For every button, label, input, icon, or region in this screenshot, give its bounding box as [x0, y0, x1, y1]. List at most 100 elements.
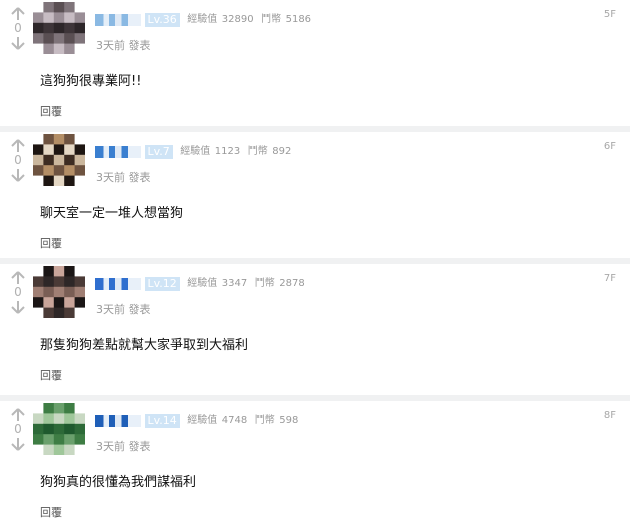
- avatar-mosaic-cell: [53, 297, 65, 309]
- avatar-mosaic-cell: [43, 22, 55, 34]
- post-time: 3天前 發表: [96, 301, 151, 317]
- time-text: 3天前: [96, 171, 125, 184]
- post-action: 發表: [128, 171, 151, 184]
- avatar-mosaic-cell: [33, 144, 44, 156]
- avatar-mosaic-cell: [74, 154, 85, 166]
- avatar-mosaic-cell: [53, 43, 65, 54]
- upvote-icon[interactable]: [10, 7, 26, 21]
- avatar-mosaic-cell: [53, 266, 65, 277]
- avatar-mosaic-cell: [33, 297, 44, 309]
- upvote-icon[interactable]: [10, 271, 26, 285]
- avatar-mosaic-cell: [74, 444, 85, 455]
- avatar-mosaic-cell: [64, 413, 76, 425]
- avatar-mosaic-cell: [64, 2, 76, 13]
- avatar-mosaic-cell: [53, 286, 65, 298]
- avatar-mosaic-cell: [53, 134, 65, 145]
- comment-list: 0 Lv.36 經驗值 32890 鬥幣 5186 3天前 發表 5F 這狗狗很…: [0, 0, 630, 523]
- avatar-mosaic-cell: [43, 2, 55, 13]
- downvote-icon[interactable]: [10, 437, 26, 451]
- avatar[interactable]: [33, 403, 85, 455]
- vote-count: 0: [14, 153, 22, 167]
- avatar-mosaic-cell: [53, 413, 65, 425]
- avatar-mosaic-cell: [74, 12, 85, 24]
- avatar-mosaic-cell: [74, 286, 85, 298]
- user-meta: Lv.12 經驗值 3347 鬥幣 2878: [95, 277, 305, 295]
- comment-item: 0 Lv.12 經驗值 3347 鬥幣 2878 3天前 發表 7F 那隻狗狗差…: [0, 264, 630, 395]
- reply-button[interactable]: 回覆: [40, 367, 62, 383]
- avatar-mosaic-cell: [53, 276, 65, 288]
- reply-button[interactable]: 回覆: [40, 504, 62, 520]
- avatar-mosaic-cell: [53, 144, 65, 156]
- downvote-icon[interactable]: [10, 300, 26, 314]
- username-blurred[interactable]: [95, 415, 141, 427]
- level-badge: Lv.14: [144, 414, 180, 428]
- avatar-mosaic-cell: [33, 165, 44, 177]
- avatar-mosaic-cell: [43, 286, 55, 298]
- time-text: 3天前: [96, 39, 125, 52]
- coin-value: 5186: [285, 14, 312, 25]
- post-time: 3天前 發表: [96, 37, 151, 53]
- avatar-mosaic-cell: [53, 154, 65, 166]
- upvote-icon[interactable]: [10, 408, 26, 422]
- username-blurred[interactable]: [95, 146, 141, 158]
- avatar-mosaic-cell: [74, 403, 85, 414]
- downvote-icon[interactable]: [10, 168, 26, 182]
- username-blurred[interactable]: [95, 14, 141, 26]
- avatar-mosaic-cell: [33, 175, 44, 186]
- avatar[interactable]: [33, 2, 85, 54]
- avatar-mosaic-cell: [43, 423, 55, 435]
- avatar-mosaic-cell: [43, 307, 55, 318]
- floor-number: 7F: [603, 273, 616, 284]
- reply-button[interactable]: 回覆: [40, 103, 62, 119]
- avatar-mosaic-cell: [64, 154, 76, 166]
- avatar-mosaic-cell: [33, 444, 44, 455]
- post-time: 3天前 發表: [96, 169, 151, 185]
- avatar-mosaic-cell: [43, 134, 55, 145]
- avatar[interactable]: [33, 266, 85, 318]
- vote-control: 0: [10, 408, 26, 451]
- comment-text: 狗狗真的很懂為我們謀福利: [40, 475, 197, 490]
- comment-item: 0 Lv.7 經驗值 1123 鬥幣 892 3天前 發表 6F 聊天室一定一堆…: [0, 132, 630, 258]
- avatar-mosaic-cell: [33, 2, 44, 13]
- downvote-icon[interactable]: [10, 36, 26, 50]
- vote-control: 0: [10, 7, 26, 50]
- avatar-mosaic-cell: [43, 33, 55, 45]
- comment-text: 聊天室一定一堆人想當狗: [40, 206, 184, 221]
- level-badge: Lv.36: [144, 13, 180, 27]
- exp-value: 4748: [221, 415, 248, 426]
- avatar-mosaic-cell: [64, 12, 76, 24]
- avatar-mosaic-cell: [64, 297, 76, 309]
- avatar-mosaic-cell: [33, 276, 44, 288]
- vote-control: 0: [10, 271, 26, 314]
- avatar-mosaic-cell: [53, 307, 65, 318]
- avatar-mosaic-cell: [74, 307, 85, 318]
- avatar[interactable]: [33, 134, 85, 186]
- avatar-mosaic-cell: [64, 403, 76, 414]
- avatar-mosaic-cell: [53, 403, 65, 414]
- avatar-mosaic-cell: [43, 144, 55, 156]
- avatar-mosaic-cell: [74, 134, 85, 145]
- reply-button[interactable]: 回覆: [40, 235, 62, 251]
- avatar-mosaic-cell: [64, 144, 76, 156]
- avatar-mosaic-cell: [33, 33, 44, 45]
- floor-number: 6F: [603, 141, 616, 152]
- avatar-mosaic-cell: [74, 144, 85, 156]
- avatar-mosaic-cell: [33, 286, 44, 298]
- coin-label: 鬥幣: [261, 14, 282, 25]
- post-action: 發表: [128, 440, 151, 453]
- time-text: 3天前: [96, 440, 125, 453]
- avatar-mosaic-cell: [33, 22, 44, 34]
- avatar-mosaic-cell: [33, 403, 44, 414]
- level-badge: Lv.7: [144, 145, 173, 159]
- comment-item: 0 Lv.14 經驗值 4748 鬥幣 598 3天前 發表 8F 狗狗真的很懂…: [0, 401, 630, 523]
- exp-label: 經驗值: [180, 146, 211, 157]
- username-blurred[interactable]: [95, 278, 141, 290]
- avatar-mosaic-cell: [74, 266, 85, 277]
- exp-label: 經驗值: [187, 278, 218, 289]
- upvote-icon[interactable]: [10, 139, 26, 153]
- post-action: 發表: [128, 303, 151, 316]
- avatar-mosaic-cell: [74, 165, 85, 177]
- avatar-mosaic-cell: [43, 154, 55, 166]
- avatar-mosaic-cell: [33, 413, 44, 425]
- avatar-mosaic-cell: [43, 297, 55, 309]
